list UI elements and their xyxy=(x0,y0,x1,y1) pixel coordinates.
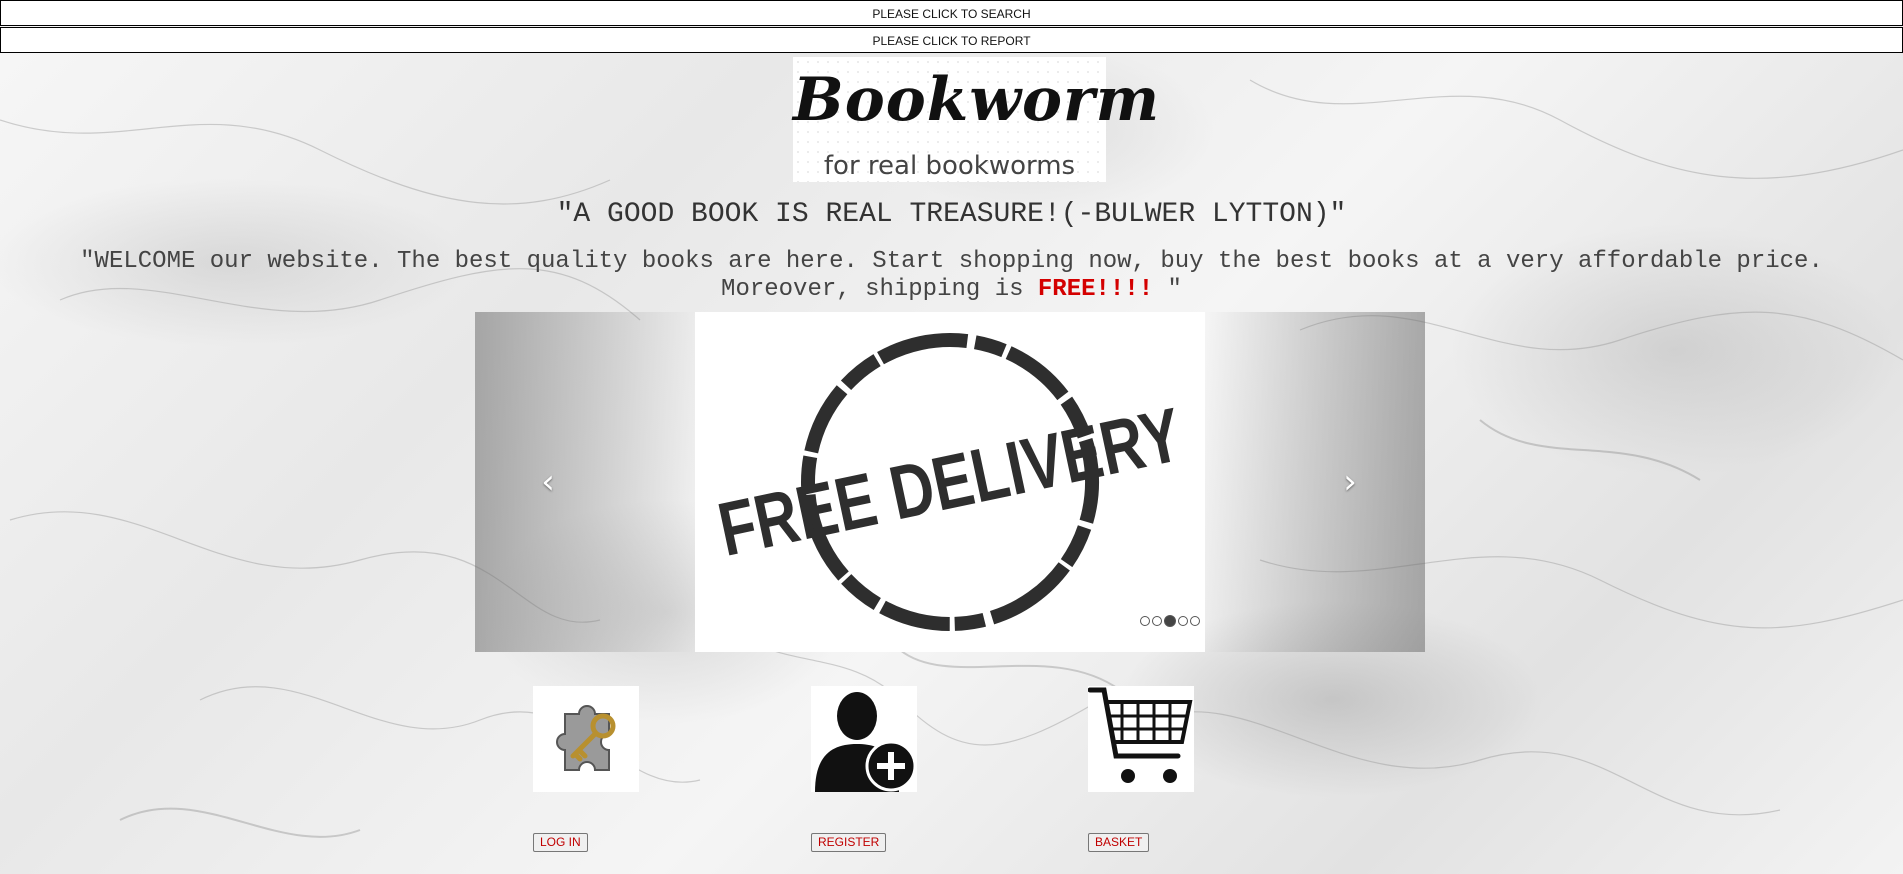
carousel-next-area[interactable] xyxy=(1205,312,1425,652)
carousel-indicators xyxy=(1140,615,1200,627)
search-button[interactable]: PLEASE CLICK TO SEARCH xyxy=(0,0,1903,26)
shopping-cart-icon xyxy=(1087,687,1193,783)
login-button[interactable]: LOG IN xyxy=(533,833,588,852)
slide-text: FREE DELIVERY xyxy=(711,392,1188,573)
chevron-right-icon[interactable]: › xyxy=(1330,462,1370,502)
welcome-text: "WELCOME our website. The best quality b… xyxy=(30,248,1873,304)
logo-subtitle: for real bookworms xyxy=(823,151,1076,181)
welcome-line-2-suffix: " xyxy=(1153,276,1182,303)
carousel-indicator-1[interactable] xyxy=(1140,616,1150,626)
free-delivery-stamp-icon: FREE DELIVERY xyxy=(711,333,1189,631)
carousel-indicator-5[interactable] xyxy=(1190,616,1200,626)
carousel-indicator-3[interactable] xyxy=(1164,615,1176,627)
carousel-prev-area[interactable] xyxy=(475,312,695,652)
report-button[interactable]: PLEASE CLICK TO REPORT xyxy=(0,27,1903,53)
logo-title: Bookworm xyxy=(793,65,1161,135)
register-icon-box[interactable] xyxy=(811,686,917,792)
carousel-indicator-2[interactable] xyxy=(1152,616,1162,626)
register-button[interactable]: REGISTER xyxy=(811,833,887,852)
free-highlight: FREE!!!! xyxy=(1037,276,1154,303)
carousel-indicator-4[interactable] xyxy=(1178,616,1188,626)
quote-heading: "A GOOD BOOK IS REAL TREASURE!(-BULWER L… xyxy=(556,199,1347,230)
basket-icon-box[interactable] xyxy=(1087,686,1194,792)
user-add-icon xyxy=(815,692,917,792)
chevron-left-icon[interactable]: ‹ xyxy=(528,462,568,502)
login-icon-box[interactable] xyxy=(533,686,639,792)
welcome-line-1: "WELCOME our website. The best quality b… xyxy=(80,248,1823,275)
basket-button[interactable]: BASKET xyxy=(1088,833,1150,852)
puzzle-key-icon xyxy=(556,705,616,771)
bookworm-logo: Bookworm for real bookworms xyxy=(793,57,1161,182)
promo-carousel: FREE DELIVERY ‹ › xyxy=(475,312,1425,652)
carousel-slide-free-delivery: FREE DELIVERY xyxy=(695,312,1205,652)
welcome-line-2-prefix: Moreover, shipping is xyxy=(721,276,1038,303)
